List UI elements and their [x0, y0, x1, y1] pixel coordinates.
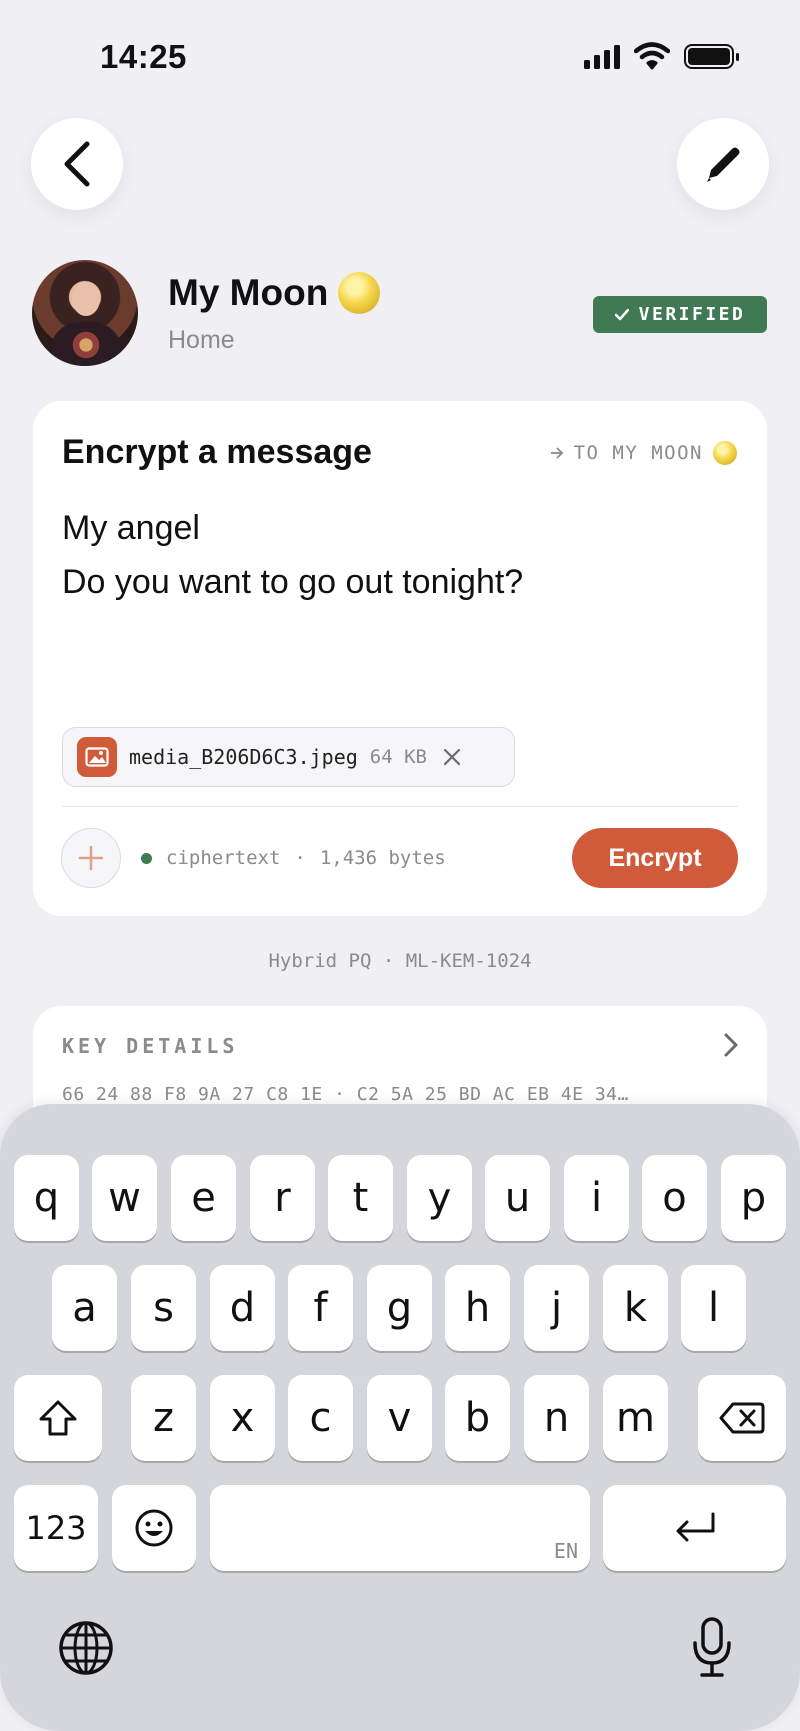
key[interactable]: r	[250, 1155, 315, 1241]
key[interactable]: d	[210, 1265, 275, 1351]
back-button[interactable]	[31, 118, 123, 210]
key[interactable]: j	[524, 1265, 589, 1351]
contact-name: My Moon	[168, 272, 381, 314]
verified-label: VERIFIED	[638, 304, 746, 325]
key[interactable]: i	[564, 1155, 629, 1241]
plus-icon	[78, 845, 104, 871]
numbers-key[interactable]: 123	[14, 1485, 98, 1571]
status-icons	[584, 42, 739, 70]
key-details-title: KEY DETAILS	[62, 1034, 239, 1058]
encrypt-card: Encrypt a message TO MY MOON My angel Do…	[33, 401, 767, 916]
key[interactable]: q	[14, 1155, 79, 1241]
separator: ·	[294, 847, 306, 869]
key[interactable]: l	[681, 1265, 746, 1351]
microphone-icon[interactable]	[690, 1616, 734, 1678]
status-dot	[141, 852, 152, 864]
return-icon	[676, 1512, 714, 1542]
moon-emoji-icon	[338, 272, 381, 314]
globe-icon[interactable]	[58, 1620, 114, 1676]
pencil-icon	[707, 147, 740, 182]
battery-icon	[684, 43, 739, 69]
key[interactable]: m	[603, 1375, 668, 1461]
moon-emoji-icon	[713, 441, 737, 465]
contact-name-text: My Moon	[168, 272, 329, 313]
key[interactable]: o	[642, 1155, 707, 1241]
attachment-size: 64 KB	[369, 746, 427, 768]
key[interactable]: b	[445, 1375, 510, 1461]
key[interactable]: u	[485, 1155, 550, 1241]
close-icon[interactable]	[443, 748, 461, 766]
emoji-key[interactable]	[112, 1485, 196, 1571]
divider	[62, 806, 738, 807]
message-line: Do you want to go out tonight?	[62, 563, 524, 601]
key[interactable]: c	[288, 1375, 353, 1461]
add-attachment-button[interactable]	[61, 828, 121, 888]
key-fingerprint: 66 24 88 F8 9A 27 C8 1E · C2 5A 25 BD AC…	[62, 1084, 629, 1105]
key[interactable]: x	[210, 1375, 275, 1461]
recipient-label: TO MY MOON	[550, 441, 737, 465]
delete-key[interactable]	[698, 1375, 786, 1461]
back-arrow-icon	[64, 141, 90, 187]
algorithm-label: Hybrid PQ · ML-KEM-1024	[268, 950, 532, 972]
card-title: Encrypt a message	[62, 433, 372, 471]
key[interactable]: k	[603, 1265, 668, 1351]
chevron-right-icon	[724, 1033, 738, 1057]
key[interactable]: p	[721, 1155, 786, 1241]
edit-button[interactable]	[677, 118, 769, 210]
checkmark-icon	[614, 308, 629, 320]
key[interactable]: f	[288, 1265, 353, 1351]
delete-icon	[719, 1402, 765, 1434]
key[interactable]: v	[367, 1375, 432, 1461]
emoji-icon	[135, 1509, 173, 1547]
message-line: My angel	[62, 509, 200, 547]
attachment-filename: media_B206D6C3.jpeg	[129, 745, 358, 769]
arrow-right-icon	[550, 447, 563, 459]
key[interactable]: a	[52, 1265, 117, 1351]
recipient-text: TO MY MOON	[573, 442, 703, 464]
key[interactable]: e	[171, 1155, 236, 1241]
shift-key[interactable]	[14, 1375, 102, 1461]
key[interactable]: z	[131, 1375, 196, 1461]
ciphertext-status: ciphertext · 1,436 bytes	[141, 847, 446, 869]
status-time: 14:25	[100, 38, 187, 75]
attachment-chip[interactable]: media_B206D6C3.jpeg 64 KB	[62, 727, 515, 787]
space-language-label: EN	[553, 1539, 578, 1563]
message-input[interactable]: My angel Do you want to go out tonight?	[62, 501, 523, 609]
image-icon	[77, 737, 117, 777]
key[interactable]: w	[92, 1155, 157, 1241]
key[interactable]: h	[445, 1265, 510, 1351]
key[interactable]: s	[131, 1265, 196, 1351]
key[interactable]: n	[524, 1375, 589, 1461]
contact-subtitle: Home	[168, 326, 235, 354]
verified-badge: VERIFIED	[593, 296, 767, 333]
signal-icon	[584, 43, 620, 69]
ciphertext-label: ciphertext	[166, 847, 281, 869]
key[interactable]: t	[328, 1155, 393, 1241]
encrypt-button[interactable]: Encrypt	[572, 828, 738, 888]
key[interactable]: g	[367, 1265, 432, 1351]
wifi-icon	[634, 42, 670, 70]
key[interactable]: y	[407, 1155, 472, 1241]
shift-icon	[39, 1400, 77, 1436]
keyboard: q w e r t y u i o p a s d f g h j k l z …	[0, 1104, 800, 1731]
ciphertext-size: 1,436 bytes	[319, 847, 446, 869]
avatar[interactable]	[32, 260, 138, 366]
return-key[interactable]	[603, 1485, 786, 1571]
space-key[interactable]: EN	[210, 1485, 590, 1571]
